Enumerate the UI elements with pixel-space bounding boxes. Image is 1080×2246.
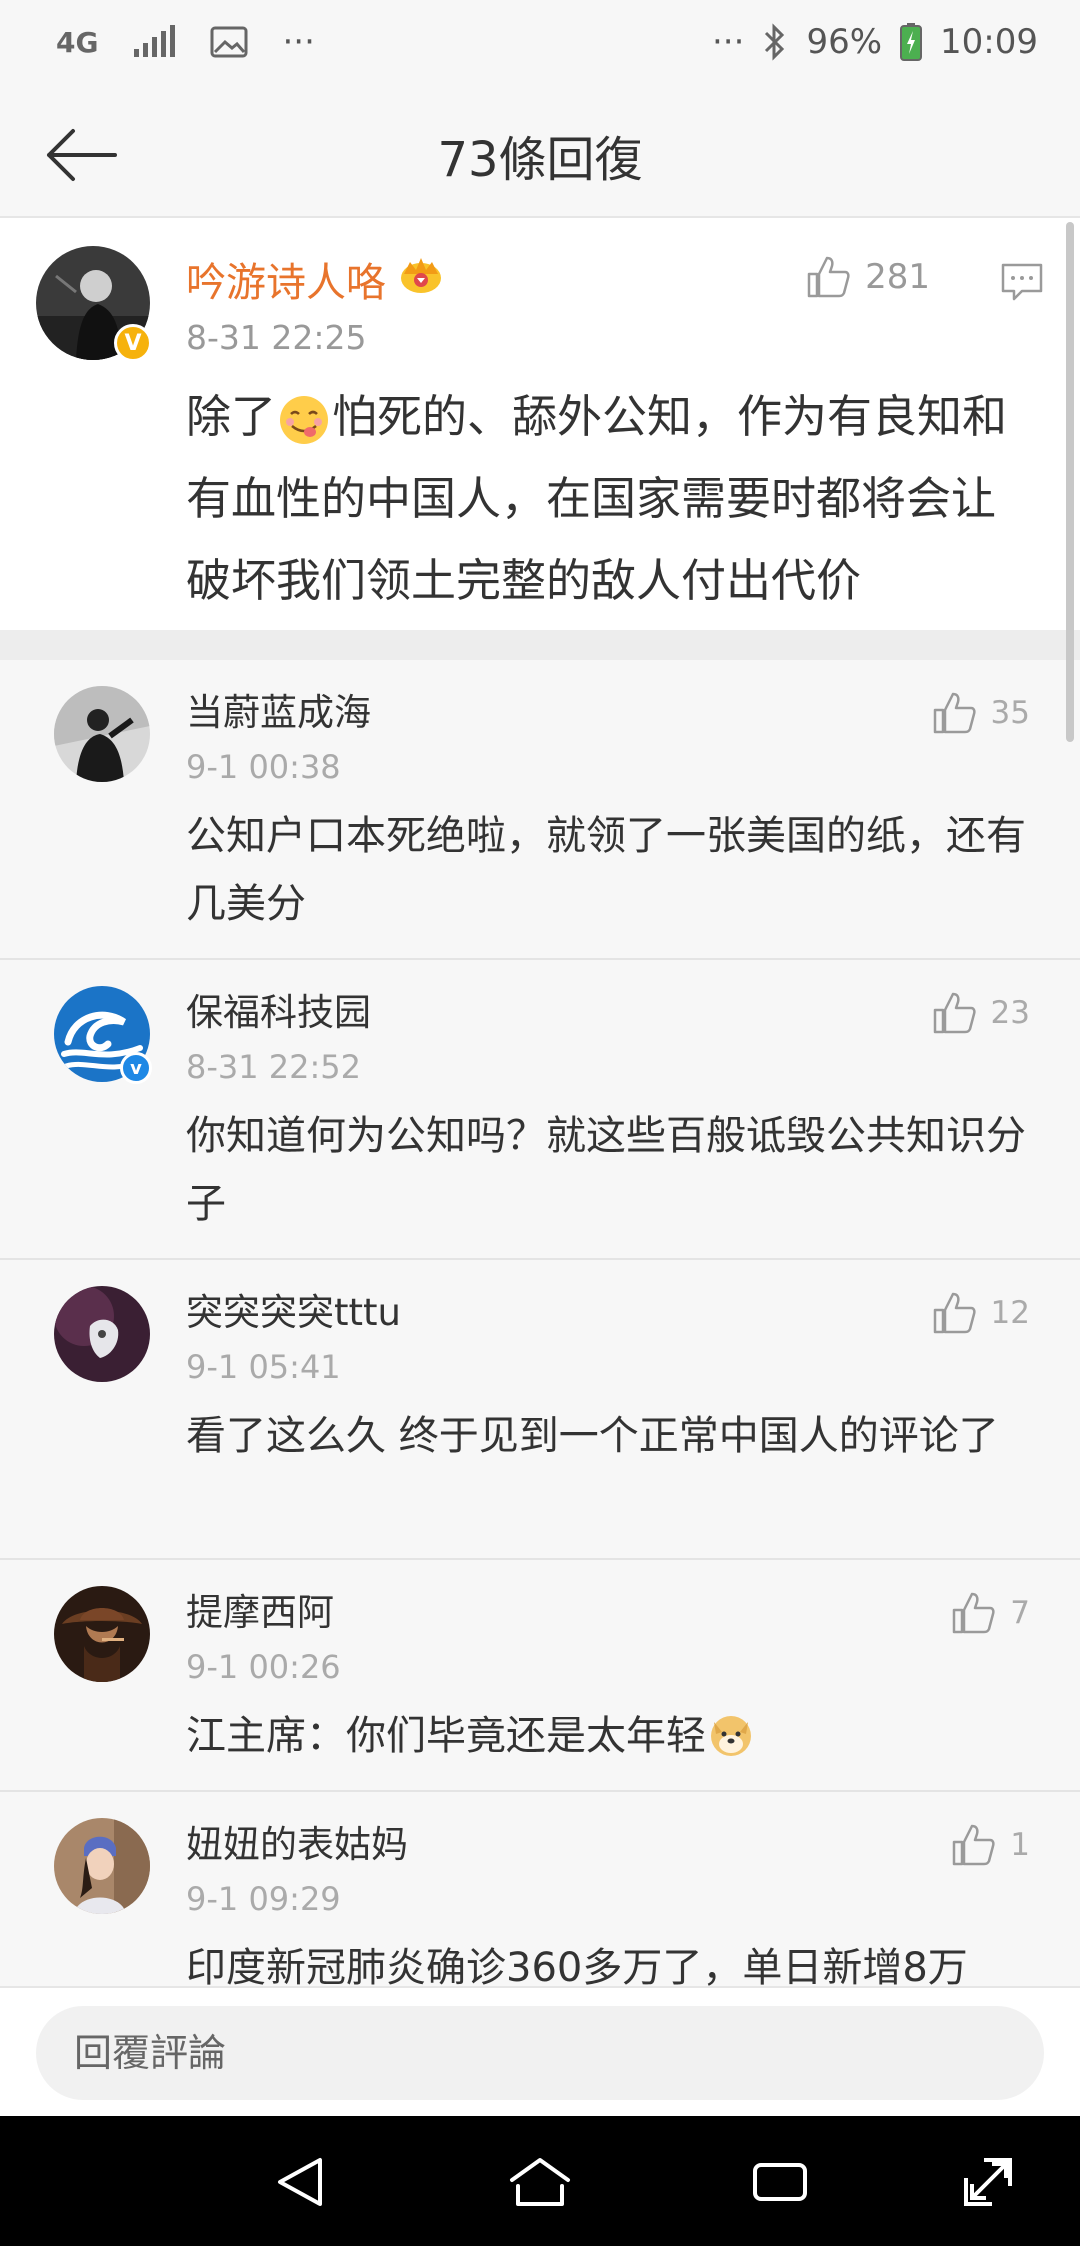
reply-item[interactable]: 突突突突tttu 9-1 05:41 看了这么久 终于见到一个正常中国人的评论了… [0, 1260, 1080, 1560]
comment-bubble-icon [1001, 263, 1043, 301]
comment-text: 看了这么久 终于见到一个正常中国人的评论了 [186, 1413, 999, 1459]
username[interactable]: 保福科技园 [186, 982, 371, 1036]
nav-recents-button[interactable] [744, 2150, 816, 2214]
reply-item[interactable]: 当蔚蓝成海 9-1 00:38 公知户口本死绝啦，就领了一张美国的纸，还有几美分… [0, 660, 1080, 960]
comment-time: 8-31 22:25 [186, 318, 367, 357]
like-button[interactable]: 1 [950, 1822, 1030, 1868]
nav-back-button[interactable] [264, 2150, 336, 2214]
comment-time: 9-1 09:29 [186, 1880, 341, 1918]
like-button[interactable]: 35 [931, 690, 1030, 736]
comment-text: 公知户口本死绝啦，就领了一张美国的纸，还有几美分 [186, 813, 1026, 927]
more-indicator-right: ··· [712, 22, 745, 62]
system-nav-bar [0, 2116, 1080, 2246]
like-button[interactable]: 12 [931, 1290, 1030, 1336]
like-count: 12 [990, 1295, 1030, 1331]
avatar [54, 1286, 150, 1382]
comment-text: 江主席：你们毕竟还是太年轻 [186, 1702, 1046, 1770]
clock: 10:09 [940, 22, 1038, 62]
comment-text: 印度新冠肺炎确诊360多万了，单日新增8万 [186, 1945, 968, 1986]
doge-emoji-icon [708, 1711, 754, 1757]
verified-badge-icon: V [114, 324, 152, 362]
username[interactable]: 突突突突tttu [186, 1282, 401, 1336]
nav-expand-button[interactable] [952, 2150, 1024, 2214]
reply-item[interactable]: 提摩西阿 9-1 00:26 江主席：你们毕竟还是太年轻 7 [0, 1560, 1080, 1792]
battery-icon [900, 23, 923, 61]
comment-time: 8-31 22:52 [186, 1048, 362, 1086]
like-count: 281 [865, 257, 930, 297]
verified-badge-icon: v [120, 1052, 152, 1084]
main-comment-avatar[interactable]: V [36, 246, 152, 362]
username[interactable]: 当蔚蓝成海 [186, 682, 371, 736]
status-bar: 4G ··· ··· 96% 10:09 [0, 0, 1080, 92]
like-button[interactable]: 23 [931, 990, 1030, 1036]
thumbs-up-icon [953, 1824, 995, 1866]
like-count: 1 [1010, 1827, 1030, 1863]
avatar [54, 686, 150, 782]
comment-text-body: 江主席：你们毕竟还是太年轻 [186, 1713, 706, 1759]
username-row[interactable]: 吟游诗人咯 [186, 250, 444, 308]
thumbs-up-icon [933, 1292, 976, 1334]
battery-percent: 96% [806, 22, 883, 62]
comment-text-part1: 除了 [186, 390, 277, 443]
like-count: 7 [1010, 1595, 1030, 1631]
thumbs-up-icon [807, 256, 850, 298]
expand-arrows-icon [964, 2158, 1012, 2206]
reply-avatar[interactable] [54, 686, 150, 782]
reply-avatar[interactable] [54, 1586, 150, 1682]
reply-item[interactable]: v 保福科技园 8-31 22:52 你知道何为公知吗？就这些百般诋毁公共知识分… [0, 960, 1080, 1260]
yum-emoji-icon [278, 390, 330, 444]
like-count: 35 [990, 695, 1030, 731]
network-indicator: 4G [56, 25, 99, 59]
like-count: 23 [990, 995, 1030, 1031]
scrollbar[interactable] [1066, 222, 1074, 742]
gallery-icon [210, 26, 248, 58]
section-divider [0, 630, 1080, 660]
username[interactable]: 提摩西阿 [186, 1582, 334, 1636]
avatar [54, 1586, 150, 1682]
thumbs-up-icon [953, 1592, 995, 1634]
comment-time: 9-1 00:26 [186, 1648, 341, 1686]
main-comment: V 吟游诗人咯 8-31 22:25 除了 怕死的、舔外公知，作为有良知和有血性的… [0, 218, 1080, 630]
thumbs-up-icon [933, 992, 976, 1034]
avatar [54, 1818, 150, 1914]
signal-icon [132, 25, 176, 59]
recents-icon [753, 2163, 807, 2201]
reply-avatar[interactable]: v [54, 986, 152, 1084]
nav-home-button[interactable] [504, 2150, 576, 2214]
comment-text: 你知道何为公知吗？就这些百般诋毁公共知识分子 [186, 1113, 1026, 1227]
like-button[interactable]: 281 [805, 254, 930, 300]
comment-time: 9-1 05:41 [186, 1348, 341, 1386]
comment-text: 除了 怕死的、舔外公知，作为有良知和有血性的中国人，在国家需要时都将会让破坏我们领… [186, 376, 1026, 622]
comment-time: 9-1 00:38 [186, 748, 341, 786]
page-title: 73條回復 [437, 132, 643, 188]
reply-input[interactable] [36, 2006, 1044, 2100]
thumbs-up-icon [933, 692, 976, 734]
username[interactable]: 吟游诗人咯 [186, 250, 386, 308]
reply-item[interactable]: 妞妞的表姑妈 9-1 09:29 印度新冠肺炎确诊360多万了，单日新增8万 1 [0, 1792, 1080, 1986]
comment-thread[interactable]: V 吟游诗人咯 8-31 22:25 除了 怕死的、舔外公知，作为有良知和有血性的… [0, 218, 1080, 1986]
more-indicator: ··· [282, 22, 315, 62]
crown-icon [398, 254, 444, 304]
reply-list: 当蔚蓝成海 9-1 00:38 公知户口本死绝啦，就领了一张美国的纸，还有几美分… [0, 660, 1080, 1986]
reply-avatar[interactable] [54, 1286, 150, 1382]
reply-bar [0, 1986, 1080, 2116]
reply-avatar[interactable] [54, 1818, 150, 1914]
reply-button[interactable] [1000, 262, 1044, 306]
header: 73條回復 [0, 92, 1080, 218]
like-button[interactable]: 7 [950, 1590, 1030, 1636]
triangle-back-icon [278, 2158, 322, 2206]
username[interactable]: 妞妞的表姑妈 [186, 1814, 408, 1868]
bluetooth-icon [762, 23, 788, 61]
home-icon [510, 2158, 570, 2206]
